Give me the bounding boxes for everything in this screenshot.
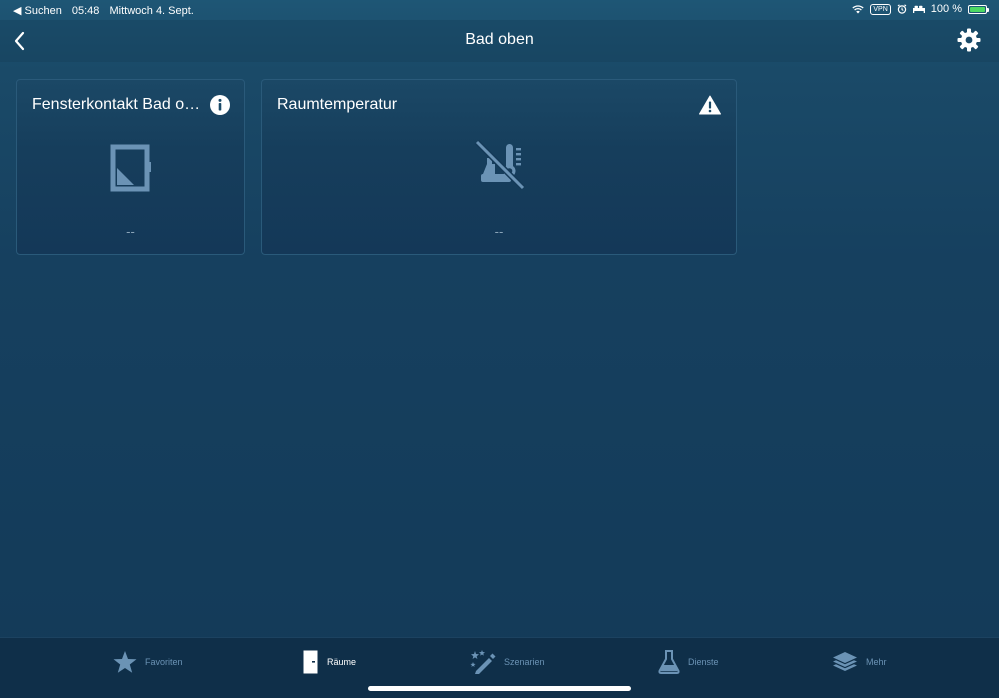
door-icon <box>303 650 318 674</box>
flask-icon <box>658 650 680 674</box>
status-bar-left: ◀ Suchen 05:48 Mittwoch 4. Sept. <box>13 4 201 17</box>
vpn-badge: VPN <box>870 3 891 15</box>
magic-wand-icon <box>470 650 496 674</box>
tile-title: Fensterkontakt Bad oben <box>32 96 202 113</box>
status-bar-right: VPN 100 % <box>852 3 989 15</box>
battery-icon <box>968 4 989 14</box>
status-time: 05:48 <box>71 5 100 17</box>
tab-label: Favoriten <box>145 657 183 667</box>
settings-gear-icon[interactable] <box>956 27 982 53</box>
tab-label: Szenarien <box>504 657 545 667</box>
battery-percent: 100 % <box>930 3 962 15</box>
navigation-bar: Bad oben <box>0 20 999 62</box>
layers-icon <box>833 652 857 671</box>
tile-value: -- <box>494 224 504 239</box>
star-icon <box>113 651 137 673</box>
tile-title: Raumtemperatur <box>277 96 398 113</box>
device-tile-window-contact[interactable]: Fensterkontakt Bad oben -- <box>16 79 245 255</box>
battery-fill <box>970 6 985 12</box>
window-contact-icon <box>110 144 151 192</box>
sleep-bed-icon <box>912 5 925 13</box>
tab-label: Dienste <box>688 657 719 667</box>
back-to-app-link[interactable]: ◀ Suchen <box>13 5 62 17</box>
device-tile-room-temperature[interactable]: Raumtemperatur -- <box>261 79 737 255</box>
home-indicator[interactable] <box>368 686 631 691</box>
warning-icon[interactable] <box>699 95 721 115</box>
tab-more[interactable]: Mehr <box>832 648 887 676</box>
page-title: Bad oben <box>465 31 534 48</box>
alarm-icon <box>897 4 907 14</box>
tab-label: Mehr <box>866 657 887 667</box>
tab-scenarios[interactable]: Szenarien <box>470 648 545 676</box>
wifi-icon <box>852 4 865 13</box>
tab-label: Räume <box>327 657 357 667</box>
info-icon[interactable] <box>210 95 230 115</box>
tab-favorites[interactable]: Favoriten <box>113 648 183 676</box>
status-date: Mittwoch 4. Sept. <box>109 5 194 17</box>
thermostat-unavailable-icon <box>474 139 526 191</box>
tile-value: -- <box>126 224 135 239</box>
tab-rooms[interactable]: Räume <box>303 648 356 676</box>
tab-services[interactable]: Dienste <box>658 648 719 676</box>
status-bar: ◀ Suchen 05:48 Mittwoch 4. Sept. VPN 100… <box>0 0 999 20</box>
